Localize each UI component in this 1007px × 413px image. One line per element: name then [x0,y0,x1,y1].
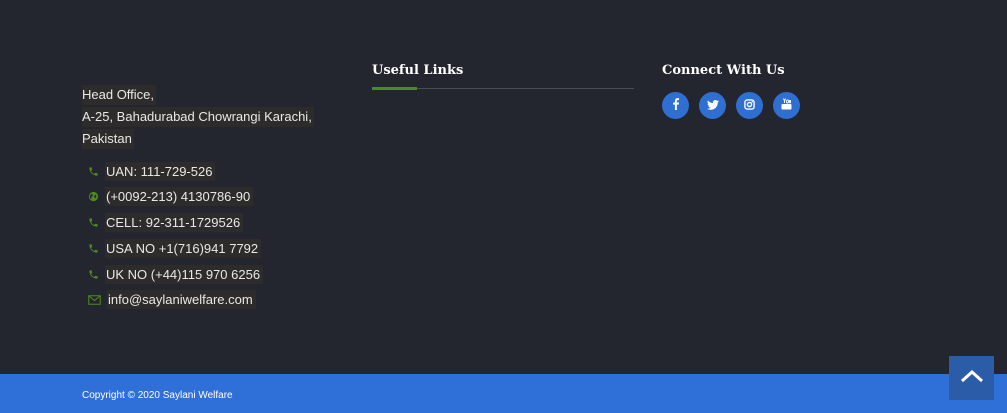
contact-text: USA NO +1(716)941 7792 [105,238,262,258]
contact-email[interactable]: info@saylaniwelfare.com [82,290,342,310]
address-column: Head Office, A-25, Bahadurabad Chowrangi… [82,85,342,316]
phone-icon [86,267,100,281]
useful-links-column: Useful Links [372,62,634,90]
copyright-text: Copyright © 2020 Saylani Welfare [82,390,233,401]
contact-uan: UAN: 111-729-526 [82,161,342,181]
globe-icon [86,190,100,204]
instagram-icon [744,97,755,115]
contact-text: UK NO (+44)115 970 6256 [105,264,264,284]
contact-text: UAN: 111-729-526 [105,161,216,181]
phone-icon [86,241,100,255]
twitter-icon [706,97,719,115]
footer-main: Head Office, A-25, Bahadurabad Chowrangi… [0,0,1007,374]
twitter-button[interactable] [699,92,726,119]
connect-heading: Connect With Us [662,63,785,78]
email-link[interactable]: info@saylaniwelfare.com [107,290,256,310]
contact-text: (+0092-213) 4130786-90 [105,187,254,207]
contact-list: UAN: 111-729-526 (+0092-213) 4130786-90 … [82,161,342,310]
youtube-icon [781,97,792,115]
address-line: Pakistan [82,129,134,149]
copyright-bar: Copyright © 2020 Saylani Welfare [0,374,1007,413]
heading-divider [372,87,634,90]
phone-icon [86,164,100,178]
envelope-icon [86,293,102,307]
facebook-icon [671,97,681,115]
useful-links-heading: Useful Links [372,63,464,78]
instagram-button[interactable] [736,92,763,119]
connect-column: Connect With Us [662,62,862,119]
contact-landline: (+0092-213) 4130786-90 [82,187,342,207]
address-line: Head Office, [82,85,157,105]
scroll-to-top-button[interactable] [949,356,994,400]
chevron-up-icon [960,369,984,388]
heading-accent [372,87,417,90]
address-line: A-25, Bahadurabad Chowrangi Karachi, [82,107,314,127]
contact-uk: UK NO (+44)115 970 6256 [82,264,342,284]
contact-usa: USA NO +1(716)941 7792 [82,238,342,258]
contact-text: CELL: 92-311-1729526 [105,213,244,233]
youtube-button[interactable] [773,92,800,119]
contact-cell: CELL: 92-311-1729526 [82,213,342,233]
social-links [662,92,862,119]
phone-icon [86,216,100,230]
address-block: Head Office, A-25, Bahadurabad Chowrangi… [82,85,342,151]
facebook-button[interactable] [662,92,689,119]
